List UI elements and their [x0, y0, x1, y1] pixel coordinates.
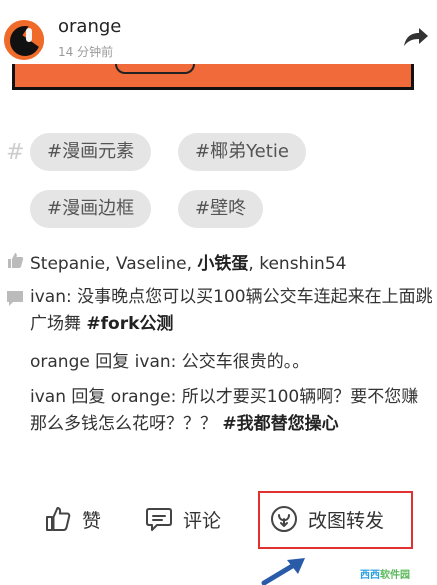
hash-icon: #	[6, 140, 25, 165]
thumbs-up-icon	[46, 507, 71, 531]
username[interactable]: orange	[58, 16, 121, 37]
highlight-box	[258, 491, 413, 549]
avatar[interactable]	[2, 18, 46, 62]
reply-label: 回复	[89, 352, 135, 372]
smiley-bubble-icon	[146, 508, 172, 531]
comment-author[interactable]: orange	[30, 352, 90, 372]
comment-bubble-icon	[7, 291, 23, 306]
likes-names[interactable]: Stepanie, Vaseline,	[30, 254, 197, 274]
post-time: 14 分钟前	[58, 45, 114, 59]
comment-tag[interactable]: #我都替您操心	[222, 414, 338, 434]
thumbs-up-icon	[8, 253, 24, 268]
like-label: 赞	[82, 509, 102, 532]
like-button[interactable]: 赞	[44, 497, 101, 541]
reply-target[interactable]: ivan	[135, 352, 171, 372]
tag-bidong[interactable]: #壁咚	[178, 190, 264, 228]
comment-sep: :	[170, 387, 182, 407]
comment-item: orange 回复 ivan: 公交车很贵的。。	[30, 349, 434, 376]
post-image[interactable]	[12, 64, 414, 90]
comment-sep: :	[170, 352, 182, 372]
comment-label: 评论	[183, 509, 222, 532]
comment-sep: :	[65, 287, 78, 307]
post-header: orange 14 分钟前	[0, 0, 437, 70]
arrow-icon	[261, 558, 305, 585]
tag-manhua-biankuang[interactable]: #漫画边框	[30, 190, 152, 228]
image-detail	[115, 64, 195, 74]
watermark-brand: 西西	[360, 570, 380, 581]
comment-item: ivan: 没事晚点您可以买100辆公交车连起来在上面跳广场舞 #fork公测	[30, 284, 434, 338]
comment-author[interactable]: ivan	[30, 287, 66, 307]
likes-names-tail[interactable]: , kenshin54	[248, 254, 346, 274]
tag-manhua-yuansu[interactable]: #漫画元素	[30, 133, 152, 171]
comment-author[interactable]: ivan	[30, 387, 66, 407]
share-icon[interactable]	[400, 26, 430, 50]
avatar-ear	[26, 28, 32, 42]
watermark: 西西软件园	[360, 566, 410, 581]
tag-yetie[interactable]: #椰弟Yetie	[178, 133, 306, 171]
likes-name-highlight[interactable]: 小铁蛋	[197, 254, 248, 274]
watermark-suffix: 软件园	[380, 570, 410, 581]
comment-item: ivan 回复 orange: 所以才要买100辆啊？要不您赚那么多钱怎么花呀？…	[30, 384, 434, 438]
reply-target[interactable]: orange	[111, 387, 171, 407]
reply-label: 回复	[65, 387, 111, 407]
comment-text: 公交车很贵的。。	[181, 352, 310, 372]
comment-button[interactable]: 评论	[145, 497, 221, 541]
likes-list: Stepanie, Vaseline, 小铁蛋, kenshin54	[30, 249, 346, 274]
comment-tag[interactable]: #fork公测	[86, 314, 173, 334]
